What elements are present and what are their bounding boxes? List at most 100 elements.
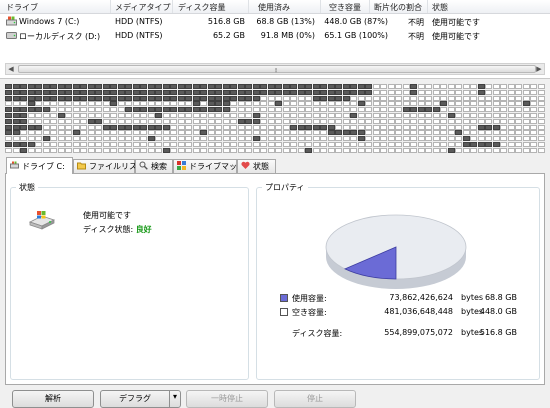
disk-block xyxy=(102,84,110,89)
analyze-button[interactable]: 解析 xyxy=(12,390,94,408)
disk-block xyxy=(440,130,447,136)
disk-block xyxy=(192,107,200,113)
disk-block xyxy=(117,142,125,147)
disk-block xyxy=(462,118,470,124)
disk-block xyxy=(5,101,12,107)
disk-block xyxy=(395,118,402,124)
tab-label: ドライブ C: xyxy=(22,161,65,171)
disk-block xyxy=(470,107,477,113)
disk-block xyxy=(275,130,282,136)
col-used[interactable]: 使用済み xyxy=(258,2,290,13)
disk-block xyxy=(50,95,57,101)
disk-block xyxy=(72,89,80,95)
disk-block xyxy=(357,142,365,147)
stop-button[interactable]: 停止 xyxy=(274,390,356,408)
disk-block xyxy=(267,118,275,124)
tab-file-list[interactable]: ファイルリスト xyxy=(73,159,145,173)
col-fragmentation[interactable]: 断片化の割合 xyxy=(374,2,422,13)
disk-block-map xyxy=(5,84,545,154)
disk-block xyxy=(102,130,110,136)
disk-block xyxy=(515,101,522,107)
disk-block xyxy=(447,130,455,136)
disk-block xyxy=(110,124,117,130)
disk-block xyxy=(432,124,440,130)
disk-block xyxy=(162,95,170,101)
scroll-left-arrow-icon[interactable]: ◀ xyxy=(6,64,16,74)
disk-block xyxy=(297,95,305,101)
disk-block xyxy=(80,118,87,124)
disk-block xyxy=(395,89,402,95)
disk-block xyxy=(72,147,80,153)
tab-status[interactable]: 状態 xyxy=(237,159,276,173)
col-status[interactable]: 状態 xyxy=(432,2,448,13)
disk-block xyxy=(252,101,260,107)
disk-block xyxy=(485,118,492,124)
disk-block xyxy=(192,124,200,130)
defrag-button[interactable]: デフラグ xyxy=(100,390,170,408)
col-capacity[interactable]: ディスク容量 xyxy=(178,2,225,13)
disk-block xyxy=(342,95,350,101)
disk-block xyxy=(462,89,470,95)
disk-block xyxy=(260,113,267,118)
disk-block xyxy=(342,136,350,142)
disk-block xyxy=(380,124,387,130)
disk-block xyxy=(425,124,432,130)
disk-block xyxy=(447,89,455,95)
pause-button[interactable]: 一時停止 xyxy=(186,390,268,408)
free-label: 空き容量: xyxy=(292,308,327,317)
col-media-type[interactable]: メディアタイプ xyxy=(115,2,170,13)
col-free[interactable]: 空き容量 xyxy=(329,2,361,13)
disk-block xyxy=(222,95,230,101)
disk-block xyxy=(282,84,290,89)
disk-block xyxy=(65,130,72,136)
disk-block xyxy=(200,113,207,118)
disk-block xyxy=(335,113,342,118)
drive-list[interactable]: ドライブ メディアタイプ ディスク容量 使用済み 空き容量 断片化の割合 状態 … xyxy=(0,0,550,79)
disk-block xyxy=(12,113,20,118)
disk-block xyxy=(125,113,132,118)
disk-block xyxy=(350,147,357,153)
drive-row-d[interactable]: ローカルディスク (D:) HDD (NTFS) 65.2 GB 91.8 MB… xyxy=(0,30,550,42)
disk-block xyxy=(192,101,200,107)
disk-block xyxy=(402,130,410,136)
disk-block xyxy=(290,95,297,101)
disk-block xyxy=(455,113,462,118)
disk-block xyxy=(65,89,72,95)
disk-block xyxy=(410,113,417,118)
disk-block xyxy=(110,136,117,142)
defrag-dropdown-button[interactable]: ▾ xyxy=(169,390,181,408)
used-unit: bytes xyxy=(461,293,484,302)
tab-drive-c[interactable]: ドライブ C: xyxy=(6,157,73,174)
disk-block xyxy=(192,147,200,153)
tab-search[interactable]: 検索 xyxy=(135,159,173,173)
col-drive[interactable]: ドライブ xyxy=(6,2,38,13)
disk-block xyxy=(12,136,20,142)
properties-group-title: プロパティ xyxy=(265,183,305,192)
disk-block xyxy=(222,118,230,124)
horizontal-scrollbar[interactable]: ◀ ⦙⦙⦙ ▶ xyxy=(5,63,545,75)
disk-block xyxy=(267,142,275,147)
scroll-right-arrow-icon[interactable]: ▶ xyxy=(534,64,544,74)
disk-block xyxy=(485,147,492,153)
disk-block xyxy=(5,107,12,113)
drive-status: 使用可能です xyxy=(432,32,480,41)
disk-block xyxy=(350,124,357,130)
disk-block xyxy=(50,130,57,136)
drive-row-c[interactable]: Windows 7 (C:) HDD (NTFS) 516.8 GB 68.8 … xyxy=(0,16,550,28)
disk-block xyxy=(5,113,12,118)
disk-block xyxy=(87,147,95,153)
disk-block xyxy=(65,136,72,142)
scrollbar-thumb[interactable]: ⦙⦙⦙ xyxy=(18,65,536,74)
tab-drive-map[interactable]: ドライブマップ xyxy=(173,159,245,173)
disk-block xyxy=(402,84,410,89)
disk-block xyxy=(192,142,200,147)
disk-block xyxy=(410,95,417,101)
disk-block xyxy=(410,107,417,113)
disk-block xyxy=(260,124,267,130)
disk-block xyxy=(42,101,50,107)
disk-block xyxy=(275,113,282,118)
disk-block xyxy=(237,107,245,113)
disk-block xyxy=(297,130,305,136)
disk-block xyxy=(275,84,282,89)
disk-block xyxy=(342,124,350,130)
